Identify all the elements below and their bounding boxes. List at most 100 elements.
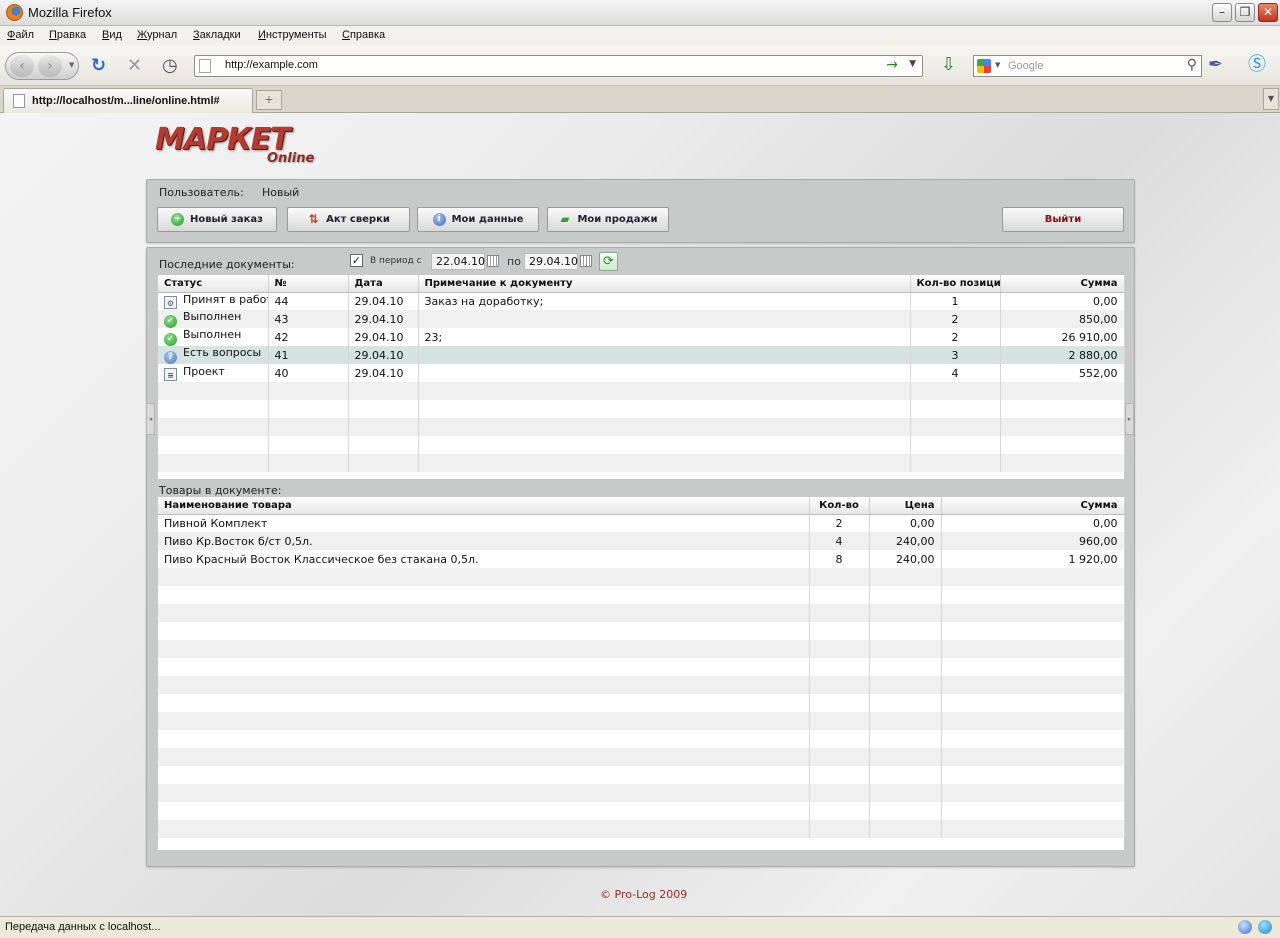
skype-icon[interactable]: Ⓢ: [1248, 56, 1266, 74]
calendar-from-icon[interactable]: [487, 255, 499, 267]
page-icon: [199, 59, 211, 73]
menu-help[interactable]: Справка: [342, 29, 385, 41]
close-window-button[interactable]: ✕: [1258, 3, 1278, 22]
refresh-icon[interactable]: ⟳: [599, 252, 618, 271]
col-note[interactable]: Примечание к документу: [418, 275, 911, 293]
feather-icon[interactable]: ✒: [1208, 56, 1223, 74]
empty-row: [158, 400, 1125, 418]
product-quantity: 8: [809, 550, 870, 568]
doc-quantity: 4: [910, 364, 1001, 382]
question-circle-icon: ?: [164, 351, 177, 364]
download-icon[interactable]: ⇩: [941, 56, 956, 74]
menu-view[interactable]: Вид: [102, 29, 122, 41]
empty-row: [158, 694, 1125, 712]
col-status[interactable]: Статус: [158, 275, 269, 293]
status-text: Передача данных с localhost...: [5, 921, 161, 933]
col-product-name[interactable]: Наименование товара: [158, 497, 810, 515]
menu-bookmarks[interactable]: Закладки: [193, 29, 241, 41]
status-text: Выполнен: [183, 328, 242, 341]
check-circle-icon: ✓: [164, 315, 177, 328]
menu-bar: Файл Правка Вид Журнал Закладки Инструме…: [0, 26, 1280, 46]
doc-sum: 2 880,00: [1000, 346, 1125, 364]
product-price: 240,00: [869, 550, 942, 568]
new-order-button[interactable]: + Новый заказ: [157, 207, 277, 232]
empty-row: [158, 568, 1125, 586]
menu-file[interactable]: Файл: [7, 29, 34, 41]
status-text: Проект: [183, 365, 225, 378]
table-row[interactable]: ✓ Выполнен 42 29.04.10 23; 2 26 910,00: [158, 328, 1125, 346]
menu-tools[interactable]: Инструменты: [258, 29, 327, 41]
menu-history[interactable]: Журнал: [137, 29, 177, 41]
tab-list-dropdown-icon[interactable]: ▼: [1263, 88, 1279, 110]
product-price: 0,00: [869, 514, 942, 532]
col-price[interactable]: Цена: [869, 497, 942, 515]
stop-icon[interactable]: ✕: [127, 57, 142, 75]
product-sum: 1 920,00: [941, 550, 1125, 568]
documents-table: Статус № Дата Примечание к документу Кол…: [158, 275, 1125, 479]
period-checkbox[interactable]: ✓: [350, 254, 363, 267]
table-row[interactable]: Пивной Комплект 2 0,00 0,00: [158, 514, 1125, 532]
my-data-label: Мои данные: [451, 214, 524, 225]
empty-row: [158, 748, 1125, 766]
date-to-input[interactable]: 29.04.10: [524, 253, 578, 270]
col-sum[interactable]: Сумма: [1000, 275, 1125, 293]
collapse-left-handle[interactable]: ◂: [146, 403, 155, 435]
reload-icon[interactable]: ↻: [91, 57, 106, 75]
col-number[interactable]: №: [268, 275, 349, 293]
search-engine-dropdown-icon[interactable]: ▼: [995, 61, 1000, 69]
reconciliation-label: Акт сверки: [326, 214, 390, 225]
col-quantity[interactable]: Кол-во позиций: [910, 275, 1001, 293]
empty-row: [158, 454, 1125, 472]
history-dropdown-icon[interactable]: ▼: [69, 61, 74, 69]
doc-date: 29.04.10: [348, 364, 419, 382]
calendar-to-icon[interactable]: [580, 255, 592, 267]
back-button[interactable]: ‹: [10, 55, 34, 77]
tab-active[interactable]: http://localhost/m...line/online.html#: [3, 88, 253, 113]
product-quantity: 2: [809, 514, 870, 532]
table-row-selected[interactable]: ? Есть вопросы 41 29.04.10 3 2 880,00: [158, 346, 1125, 364]
url-bar[interactable]: http://example.com → ▼: [194, 55, 923, 77]
reconciliation-button[interactable]: ⇅ Акт сверки: [287, 207, 410, 232]
skype-status-icon[interactable]: [1258, 920, 1272, 934]
doc-note: [418, 364, 911, 382]
documents-panel: Последние документы: ✓ В период с 22.04.…: [146, 247, 1135, 867]
url-dropdown-icon[interactable]: ▼: [909, 59, 916, 69]
go-arrow-icon[interactable]: →: [886, 57, 898, 73]
menu-edit[interactable]: Правка: [49, 29, 86, 41]
empty-row: [158, 820, 1125, 838]
home-history-clock-icon[interactable]: ◷: [162, 57, 178, 75]
doc-quantity: 2: [910, 310, 1001, 328]
search-bar[interactable]: ▼ Google ⚲: [973, 55, 1202, 77]
date-from-input[interactable]: 22.04.10: [431, 253, 485, 270]
plus-circle-icon: +: [170, 213, 184, 226]
doc-quantity: 2: [910, 328, 1001, 346]
table-row[interactable]: Пиво Красный Восток Классическое без ста…: [158, 550, 1125, 568]
product-name: Пиво Красный Восток Классическое без ста…: [158, 550, 810, 568]
collapse-right-handle[interactable]: ▸: [1125, 403, 1134, 435]
col-goods-sum[interactable]: Сумма: [941, 497, 1125, 515]
forward-button[interactable]: ›: [38, 55, 62, 77]
search-icon[interactable]: ⚲: [1187, 57, 1197, 73]
col-date[interactable]: Дата: [348, 275, 419, 293]
col-goods-quantity[interactable]: Кол-во: [809, 497, 870, 515]
exit-button[interactable]: Выйти: [1002, 207, 1124, 232]
my-sales-button[interactable]: ▰ Мои продажи: [547, 207, 669, 232]
table-row[interactable]: ⚙ Принят в работу 44 29.04.10 Заказ на до…: [158, 292, 1125, 310]
minimize-button[interactable]: –: [1212, 3, 1232, 22]
documents-header-row: Статус № Дата Примечание к документу Кол…: [158, 275, 1125, 293]
product-sum: 960,00: [941, 532, 1125, 550]
product-name: Пивной Комплект: [158, 514, 810, 532]
empty-row: [158, 658, 1125, 676]
table-row[interactable]: Пиво Кр.Восток б/ст 0,5л. 4 240,00 960,0…: [158, 532, 1125, 550]
empty-row: [158, 712, 1125, 730]
empty-row: [158, 784, 1125, 802]
google-icon[interactable]: [977, 59, 991, 73]
maximize-button[interactable]: ❐: [1235, 3, 1255, 22]
table-row[interactable]: ✓ Выполнен 43 29.04.10 2 850,00: [158, 310, 1125, 328]
doc-date: 29.04.10: [348, 346, 419, 364]
my-data-button[interactable]: i Мои данные: [417, 207, 539, 232]
empty-row: [158, 604, 1125, 622]
table-row[interactable]: ≡ Проект 40 29.04.10 4 552,00: [158, 364, 1125, 382]
new-tab-button[interactable]: +: [256, 90, 282, 110]
market-online-logo: МАРКЕТ Online: [155, 122, 314, 166]
